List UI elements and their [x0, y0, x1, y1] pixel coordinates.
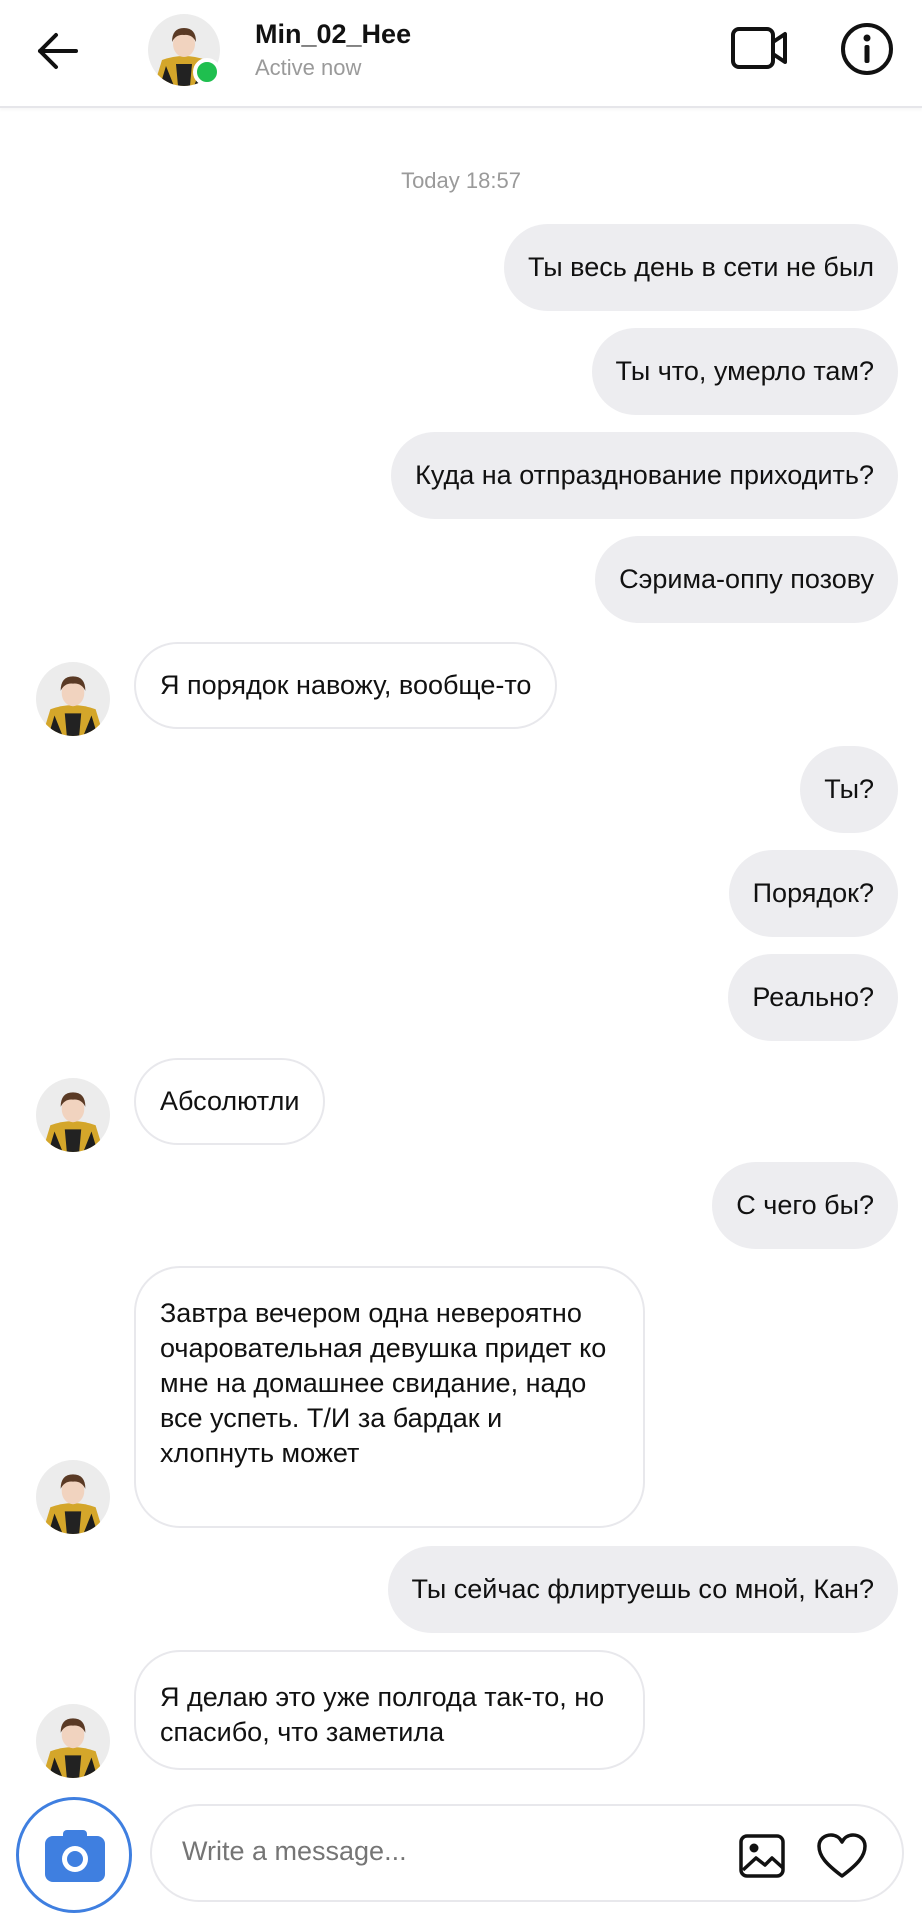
chat-header: Min_02_Hee Active now: [0, 0, 922, 108]
outgoing-message[interactable]: Сэрима-оппу позову: [595, 536, 898, 623]
gallery-button[interactable]: [738, 1832, 786, 1880]
info-button[interactable]: [838, 20, 896, 78]
active-status: Active now: [255, 55, 362, 80]
outgoing-message[interactable]: С чего бы?: [712, 1162, 898, 1249]
info-circle-icon: [841, 23, 893, 75]
message-text: Порядок?: [752, 878, 874, 908]
avatar-image: [36, 1078, 110, 1152]
camera-icon: [45, 1830, 105, 1882]
message-text: Завтра вечером одна невероятно очаровате…: [160, 1298, 607, 1468]
outgoing-message[interactable]: Порядок?: [728, 850, 898, 937]
chat-username[interactable]: Min_02_Hee: [255, 19, 411, 50]
message-text: Куда на отпразднование приходить?: [415, 460, 874, 490]
outgoing-message[interactable]: Ты?: [800, 746, 898, 833]
message-text: С чего бы?: [736, 1190, 874, 1220]
outgoing-message[interactable]: Ты весь день в сети не был: [503, 224, 898, 311]
like-button[interactable]: [816, 1832, 868, 1880]
online-status-indicator: [193, 58, 221, 86]
incoming-message[interactable]: Я порядок навожу, вообще-то: [134, 642, 558, 729]
message-text: Ты весь день в сети не был: [527, 252, 874, 282]
message-text: Ты?: [824, 774, 874, 804]
back-button[interactable]: [32, 24, 86, 78]
timestamp-text: Today 18:57: [401, 168, 521, 193]
message-text: Я делаю это уже полгода так-то, но спаси…: [160, 1682, 605, 1747]
heart-icon: [817, 1833, 867, 1878]
message-text: Ты сейчас флиртуешь со мной, Кан?: [411, 1574, 874, 1604]
incoming-message[interactable]: Завтра вечером одна невероятно очаровате…: [134, 1266, 645, 1528]
sender-avatar[interactable]: [36, 1460, 110, 1534]
message-text: Реально?: [752, 982, 874, 1012]
message-composer: [150, 1804, 904, 1902]
message-text: Ты что, умерло там?: [615, 356, 874, 386]
message-input[interactable]: [182, 1836, 642, 1867]
outgoing-message[interactable]: Ты сейчас флиртуешь со мной, Кан?: [387, 1546, 898, 1633]
video-call-button[interactable]: [730, 20, 790, 76]
outgoing-message[interactable]: Реально?: [728, 954, 898, 1041]
message-text: Я порядок навожу, вообще-то: [160, 670, 532, 700]
outgoing-message[interactable]: Куда на отпразднование приходить?: [391, 432, 898, 519]
sender-avatar[interactable]: [36, 662, 110, 736]
sender-avatar[interactable]: [36, 1704, 110, 1778]
incoming-message[interactable]: Я делаю это уже полгода так-то, но спаси…: [134, 1650, 645, 1770]
avatar-image: [36, 1460, 110, 1534]
arrow-left-icon: [38, 33, 78, 69]
sender-avatar[interactable]: [36, 1078, 110, 1152]
message-text: Абсолютли: [160, 1086, 300, 1116]
video-camera-icon: [731, 27, 787, 69]
camera-button[interactable]: [16, 1797, 132, 1913]
avatar-image: [36, 1704, 110, 1778]
avatar-image: [36, 662, 110, 736]
outgoing-message[interactable]: Ты что, умерло там?: [591, 328, 898, 415]
message-timestamp: Today 18:57: [0, 168, 922, 194]
image-icon: [739, 1834, 785, 1878]
message-text: Сэрима-оппу позову: [619, 564, 874, 594]
incoming-message[interactable]: Абсолютли: [134, 1058, 326, 1145]
